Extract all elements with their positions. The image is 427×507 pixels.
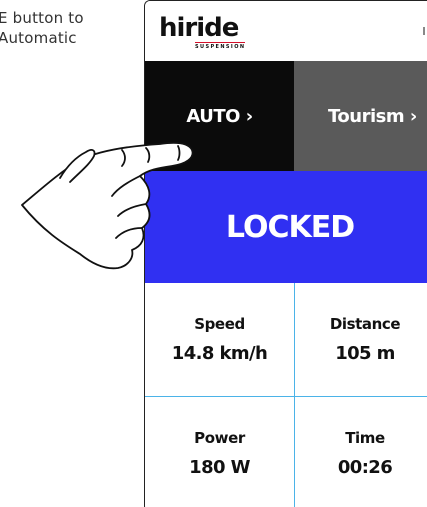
caption-line-1: E button to	[0, 9, 84, 27]
stat-label: Distance	[329, 315, 401, 333]
stat-label: Power	[194, 429, 245, 447]
grid-divider-horizontal	[145, 396, 427, 397]
app-header: hiride SUSPENSION	[145, 1, 427, 61]
stats-grid: Speed 14.8 km/h Distance 105 m Power 180…	[145, 283, 427, 507]
screenshot-stage: E button to Automatic hiride SUSPENSION …	[0, 0, 427, 507]
battery-icon	[423, 25, 427, 37]
stat-label: Speed	[194, 315, 245, 333]
tab-tourism-label: Tourism ›	[328, 105, 417, 127]
lock-status-button[interactable]: LOCKED	[145, 171, 427, 283]
tab-tourism-mode[interactable]: Tourism ›	[294, 61, 427, 171]
stat-power: Power 180 W	[145, 397, 294, 507]
lock-status-label: LOCKED	[225, 209, 355, 245]
caption-line-2: Automatic	[0, 29, 77, 47]
phone-screen: hiride SUSPENSION AUTO › Tourism › LOCKE…	[144, 0, 427, 507]
stat-value: 00:26	[337, 457, 393, 478]
tab-auto-mode[interactable]: AUTO ›	[145, 61, 294, 171]
instruction-caption: E button to Automatic	[0, 8, 148, 48]
stat-label: Time	[345, 429, 385, 447]
tab-auto-label: AUTO ›	[186, 105, 253, 127]
logo-text: hiride	[159, 13, 239, 43]
stat-value: 180 W	[189, 457, 250, 478]
stat-time: Time 00:26	[295, 397, 427, 507]
stat-distance: Distance 105 m	[295, 283, 427, 396]
stat-value: 105 m	[335, 343, 395, 364]
hiride-logo: hiride SUSPENSION	[159, 15, 275, 55]
stat-value: 14.8 km/h	[171, 343, 268, 364]
logo-subtext: SUSPENSION	[195, 42, 246, 50]
grid-divider-vertical	[294, 283, 295, 507]
stat-speed: Speed 14.8 km/h	[145, 283, 294, 396]
